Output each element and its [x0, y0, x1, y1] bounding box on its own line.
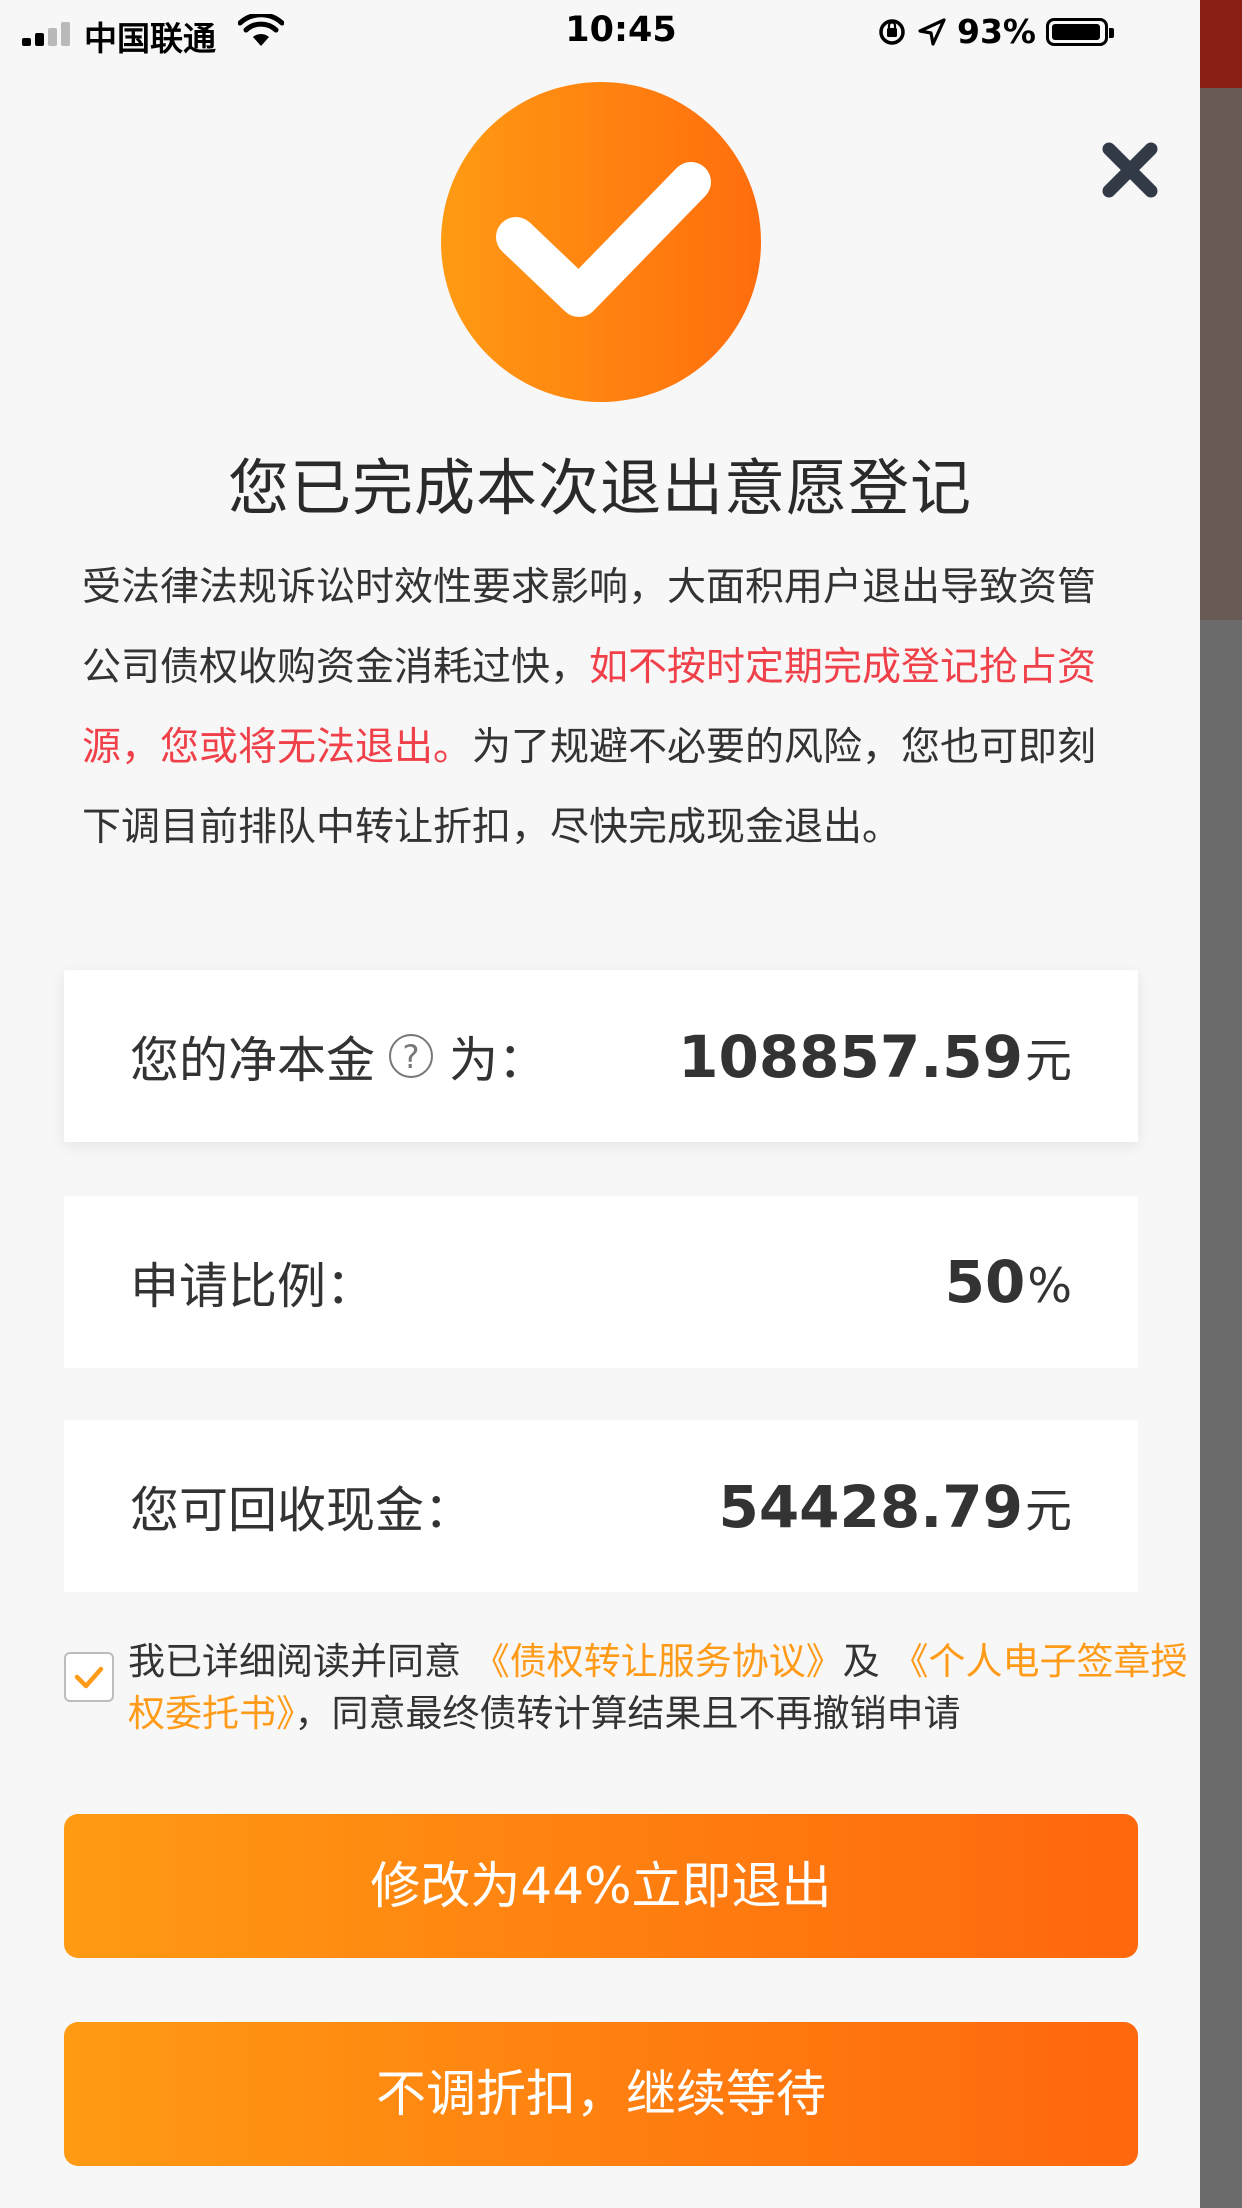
battery-percent: 93%	[957, 12, 1036, 51]
page-title: 您已完成本次退出意愿登记	[227, 453, 972, 524]
net-principal-amount: 108857.59元	[678, 1022, 1072, 1091]
apply-ratio-value: 50	[944, 1248, 1026, 1316]
agreement-prefix: 我已详细阅读并同意	[128, 1640, 473, 1683]
orientation-lock-icon	[879, 18, 905, 45]
apply-ratio-amount: 50%	[945, 1248, 1072, 1316]
net-principal-label: 您的净本金 ? 为：	[130, 1021, 547, 1092]
net-principal-label-text: 您的净本金	[130, 1031, 376, 1089]
apply-ratio-unit: %	[1027, 1259, 1072, 1314]
transfer-agreement-link[interactable]: 《债权转让服务协议》	[473, 1640, 843, 1683]
modify-and-exit-button[interactable]: 修改为44%立即退出	[64, 1814, 1138, 1958]
background-banner	[1200, 88, 1242, 620]
net-principal-card: 您的净本金 ? 为： 108857.59元	[64, 970, 1138, 1142]
battery-icon	[1046, 17, 1114, 46]
net-principal-unit: 元	[1025, 1033, 1072, 1089]
agreement-text: 我已详细阅读并同意 《债权转让服务协议》及 《个人电子签章授权委托书》，同意最终…	[128, 1636, 1198, 1740]
net-principal-label-suffix: 为：	[449, 1031, 548, 1089]
net-principal-value: 108857.59	[678, 1022, 1023, 1091]
description: 受法律法规诉讼时效性要求影响，大面积用户退出导致资管公司债权收购资金消耗过快，如…	[82, 548, 1128, 868]
exit-registration-modal: 中国联通 10:45 93% 您已完成本次退出意愿登记 受法律法规诉讼时效性要求…	[0, 0, 1200, 2208]
agreement-middle: 及	[842, 1640, 892, 1683]
question-icon[interactable]: ?	[389, 1034, 434, 1078]
recoverable-cash-card: 您可回收现金： 54428.79元	[64, 1420, 1138, 1592]
recoverable-cash-value: 54428.79	[718, 1472, 1023, 1541]
status-bar: 中国联通 10:45 93%	[0, 0, 1200, 62]
recoverable-cash-label: 您可回收现金：	[130, 1481, 474, 1539]
status-right: 93%	[877, 12, 1114, 51]
location-arrow-icon	[918, 17, 946, 46]
checkmark-icon	[74, 1666, 104, 1689]
agreement-suffix: ，同意最终债转计算结果且不再撤销申请	[294, 1692, 961, 1735]
background-page	[1200, 0, 1242, 2208]
check-circle-icon	[441, 82, 761, 402]
apply-ratio-label: 申请比例：	[130, 1257, 376, 1315]
recoverable-cash-unit: 元	[1025, 1483, 1072, 1539]
keep-waiting-button[interactable]: 不调折扣，继续等待	[64, 2022, 1138, 2166]
checkmark-icon	[496, 162, 711, 317]
close-icon[interactable]	[1100, 140, 1160, 200]
recoverable-cash-amount: 54428.79元	[718, 1472, 1072, 1541]
apply-ratio-card: 申请比例： 50%	[64, 1196, 1138, 1368]
agreement-checkbox[interactable]	[64, 1652, 114, 1702]
